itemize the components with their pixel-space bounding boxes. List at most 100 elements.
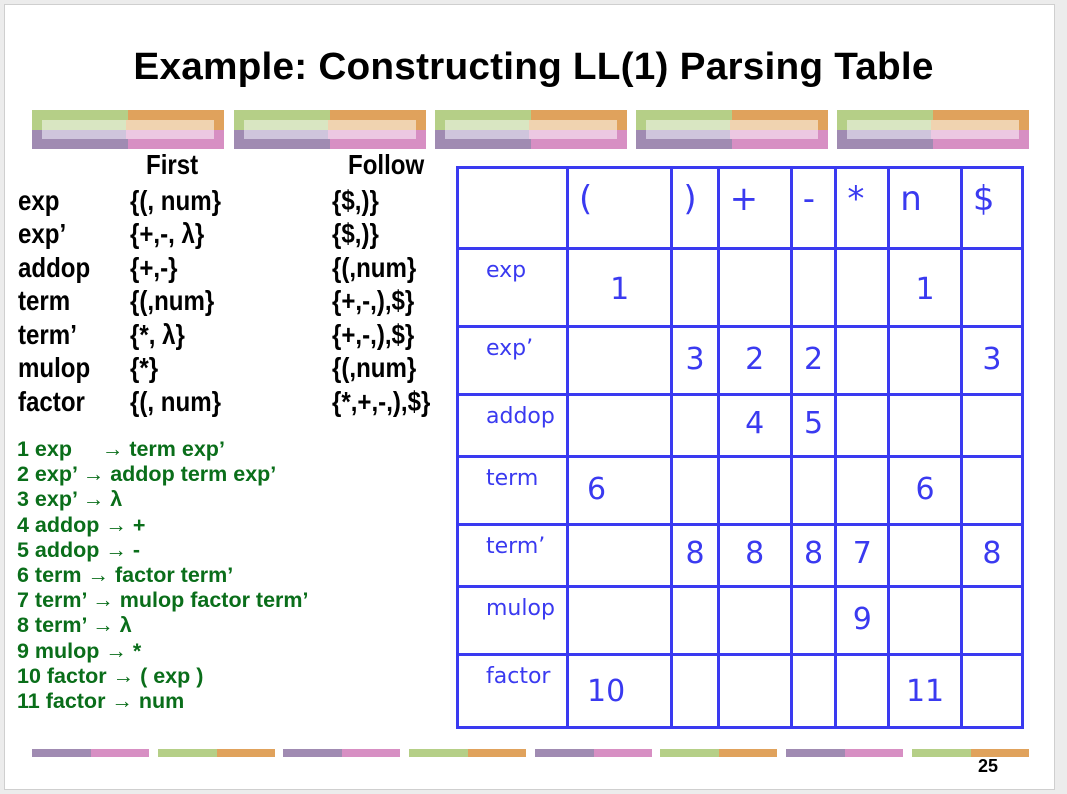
follow-header: Follow <box>348 149 425 180</box>
table-cell: 3 <box>670 325 720 396</box>
table-cell <box>959 585 1025 657</box>
table-row: exp 1 1 <box>458 246 1025 329</box>
footer-stripe <box>283 749 400 757</box>
first-set: {+,-, λ} <box>130 218 205 249</box>
footer-stripe <box>786 749 903 757</box>
terminal-header: - <box>789 166 838 250</box>
first-follow-row: addop {+,-} {(,num} <box>0 251 460 284</box>
decorative-banner <box>837 110 1029 149</box>
table-cell <box>834 653 891 729</box>
table-cell: 1 <box>565 246 674 329</box>
table-cell: 8 <box>789 522 838 589</box>
table-cell <box>565 325 674 396</box>
table-cell: 11 <box>887 653 963 729</box>
nonterminal-label: mulop <box>18 352 91 383</box>
first-header: First <box>146 149 199 180</box>
table-cell <box>887 522 963 589</box>
table-cell <box>565 585 674 657</box>
production-rule: 6 term → factor term’ <box>17 563 234 588</box>
terminal-header: ) <box>670 166 720 250</box>
follow-set: {+,-,),$} <box>332 285 415 316</box>
nonterminal-label: term’ <box>18 319 77 350</box>
table-cell <box>716 246 793 329</box>
page-number: 25 <box>978 756 999 776</box>
table-row: exp’ 3 2 2 3 <box>458 325 1025 396</box>
follow-set: {(,num} <box>332 352 417 383</box>
table-cell <box>670 455 720 526</box>
table-cell: 5 <box>789 392 838 459</box>
nonterminal-label: exp’ <box>18 218 67 249</box>
footer-stripe <box>158 749 275 757</box>
table-cell <box>834 392 891 459</box>
production-list: 1 exp → term exp’ 2 exp’ → addop term ex… <box>17 437 309 714</box>
table-cell: 6 <box>565 455 674 526</box>
parse-table: ( ) + - * n $ exp 1 1 exp’ 3 2 2 3 addop… <box>456 166 1025 729</box>
table-cell <box>716 653 793 729</box>
table-cell <box>565 522 674 589</box>
follow-set: {$,)} <box>332 218 379 249</box>
production-rule: 2 exp’ → addop term exp’ <box>17 462 277 487</box>
footer-stripe <box>912 749 1029 757</box>
table-cell: 8 <box>959 522 1025 589</box>
table-cell <box>959 246 1025 329</box>
first-set: {*, λ} <box>130 319 185 350</box>
table-cell <box>887 585 963 657</box>
production-rule: 11 factor → num <box>17 689 185 714</box>
table-cell <box>670 246 720 329</box>
terminal-header: n <box>887 166 963 250</box>
first-follow-row: term’ {*, λ} {+,-,),$} <box>0 318 460 351</box>
terminal-header: $ <box>959 166 1025 250</box>
production-rule: 7 term’ → mulop factor term’ <box>17 588 309 613</box>
footer-stripe <box>409 749 526 757</box>
first-set: {*} <box>130 352 159 383</box>
decorative-banner <box>234 110 426 149</box>
first-follow-row: exp {(, num} {$,)} <box>0 184 460 217</box>
footer-stripe <box>660 749 777 757</box>
table-row: term’ 8 8 8 7 8 <box>458 522 1025 589</box>
table-cell <box>565 392 674 459</box>
nonterminal-label: factor <box>18 386 85 417</box>
table-cell: 7 <box>834 522 891 589</box>
decorative-banner <box>32 110 224 149</box>
first-set: {(,num} <box>130 285 215 316</box>
production-rule: 3 exp’ → λ <box>17 487 123 512</box>
first-follow-row: mulop {*} {(,num} <box>0 351 460 384</box>
first-follow-row: factor {(, num} {*,+,-,),$} <box>0 385 460 418</box>
table-cell: 3 <box>959 325 1025 396</box>
table-cell: 2 <box>716 325 793 396</box>
nonterminal-label: addop <box>18 252 91 283</box>
follow-set: {*,+,-,),$} <box>332 386 431 417</box>
decorative-banner <box>636 110 828 149</box>
table-row: factor 10 11 <box>458 653 1025 729</box>
production-rule: 8 term’ → λ <box>17 613 132 638</box>
footer-stripe <box>32 749 149 757</box>
table-cell: 4 <box>716 392 793 459</box>
table-cell <box>887 392 963 459</box>
table-cell <box>834 325 891 396</box>
table-cell <box>670 653 720 729</box>
table-cell <box>670 585 720 657</box>
table-row: mulop 9 <box>458 585 1025 657</box>
production-rule: 9 mulop → * <box>17 638 142 663</box>
table-cell <box>959 653 1025 729</box>
table-cell <box>670 392 720 459</box>
follow-set: {$,)} <box>332 185 379 216</box>
follow-set: {(,num} <box>332 252 417 283</box>
terminal-header: + <box>716 166 793 250</box>
table-cell: 10 <box>565 653 674 729</box>
table-cell <box>887 325 963 396</box>
production-rule: 1 exp → term exp’ <box>17 437 225 461</box>
table-row: addop 4 5 <box>458 392 1025 459</box>
table-cell <box>789 246 838 329</box>
table-cell: 8 <box>716 522 793 589</box>
follow-set: {+,-,),$} <box>332 319 415 350</box>
first-set: {(, num} <box>130 185 221 216</box>
table-cell <box>789 653 838 729</box>
first-set: {+,-} <box>130 252 178 283</box>
table-cell: 9 <box>834 585 891 657</box>
first-follow-row: exp’ {+,-, λ} {$,)} <box>0 217 460 250</box>
table-row: term 6 6 <box>458 455 1025 526</box>
first-set: {(, num} <box>130 386 221 417</box>
first-follow-row: term {(,num} {+,-,),$} <box>0 284 460 317</box>
table-cell <box>789 455 838 526</box>
